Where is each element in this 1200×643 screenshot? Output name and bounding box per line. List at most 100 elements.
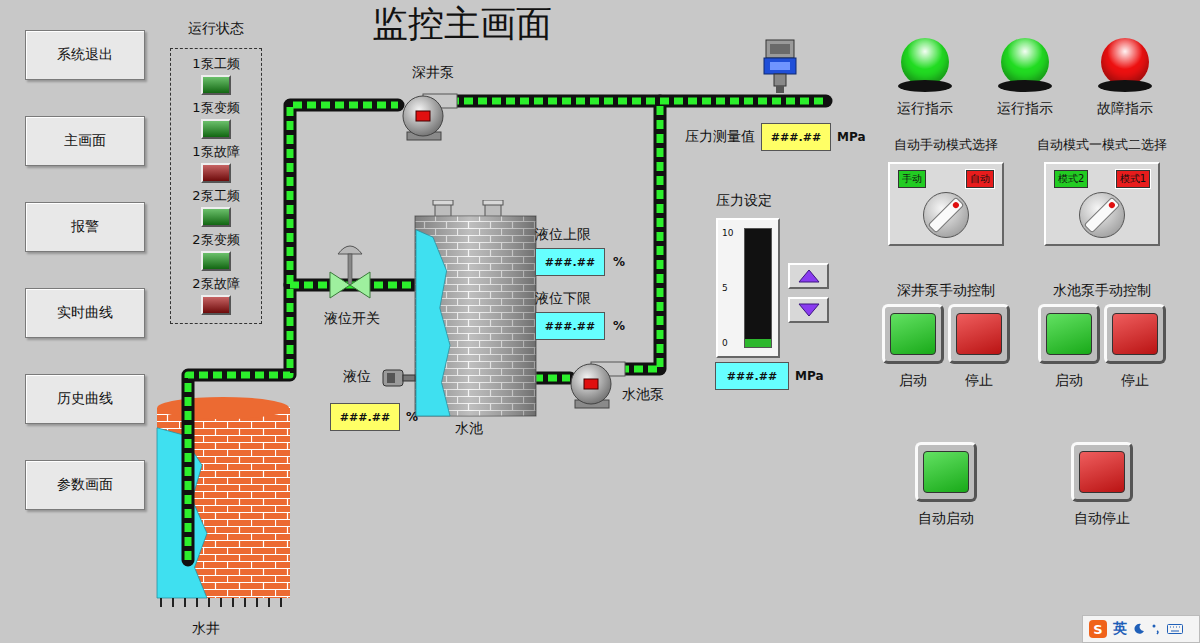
- push-frame: [1071, 442, 1133, 502]
- knob-pointer: [928, 197, 965, 234]
- limit-value[interactable]: ###.##: [535, 312, 605, 340]
- indicator-base: [998, 80, 1052, 92]
- selector-knob[interactable]: [1079, 192, 1125, 238]
- nav-button[interactable]: 系统退出: [25, 30, 145, 80]
- nav-button[interactable]: 实时曲线: [25, 288, 145, 338]
- push-frame: [882, 304, 944, 364]
- indicator-label: 运行指示: [897, 100, 953, 118]
- status-item: 1泵故障: [192, 143, 239, 183]
- ime-logo[interactable]: S: [1089, 620, 1107, 638]
- limit-row: ###.##%: [535, 248, 625, 276]
- tank-icon: [413, 200, 538, 420]
- deep-pump-label: 深井泵: [412, 64, 454, 82]
- push-label: 启动: [899, 372, 927, 390]
- push-cap: [923, 451, 969, 493]
- status-item: 2泵工频: [192, 187, 239, 227]
- control-panel: 运行指示运行指示故障指示自动手动模式选择手动自动自动模式一模式二选择模式2模式1…: [870, 0, 1200, 643]
- slider-ticks: 1050: [722, 228, 736, 348]
- nav-button[interactable]: 历史曲线: [25, 374, 145, 424]
- selector-option[interactable]: 模式2: [1054, 170, 1088, 188]
- status-lamp: [203, 121, 229, 137]
- status-item: 2泵变频: [192, 231, 239, 271]
- status-label: 2泵故障: [192, 275, 239, 293]
- push-frame: [948, 304, 1010, 364]
- push-button[interactable]: 停止: [948, 304, 1010, 390]
- deep-pump-icon[interactable]: [395, 88, 460, 143]
- status-indicator: [201, 295, 231, 315]
- level-limit: 液位下限###.##%: [535, 290, 625, 340]
- nav-menu: 系统退出主画面报警实时曲线历史曲线参数画面: [0, 0, 150, 643]
- pool-pump-label: 水池泵: [622, 386, 664, 404]
- nav-button[interactable]: 参数画面: [25, 460, 145, 510]
- slider-tick: 5: [722, 283, 736, 293]
- arrow-down-icon: [798, 303, 820, 317]
- manual-title: 深井泵手动控制: [897, 282, 995, 300]
- process-canvas: 监控主画面运行状态1泵工频1泵变频1泵故障2泵工频2泵变频2泵故障水井水池深井泵…: [150, 0, 870, 643]
- push-button[interactable]: 停止: [1104, 304, 1166, 390]
- limit-value[interactable]: ###.##: [535, 248, 605, 276]
- selector-box[interactable]: 手动 自动: [888, 162, 1004, 246]
- manual-buttons: 启动 停止: [882, 304, 1010, 390]
- indicator-base: [898, 80, 952, 92]
- status-panel: 运行状态1泵工频1泵变频1泵故障2泵工频2泵变频2泵故障: [168, 20, 264, 324]
- nav-button[interactable]: 主画面: [25, 116, 145, 166]
- push-button[interactable]: 启动: [882, 304, 944, 390]
- pool-pump-icon[interactable]: [563, 356, 628, 411]
- decrease-button[interactable]: [788, 297, 829, 323]
- selector-option[interactable]: 手动: [898, 170, 926, 188]
- status-lamp: [203, 297, 229, 313]
- pressure-sensor-icon: [760, 38, 800, 94]
- knob-dot: [1108, 201, 1116, 209]
- status-item: 1泵工频: [192, 55, 239, 95]
- nav-button[interactable]: 报警: [25, 202, 145, 252]
- slider-tick: 0: [722, 338, 736, 348]
- status-item: 2泵故障: [192, 275, 239, 315]
- status-label: 1泵工频: [192, 55, 239, 73]
- status-label: 2泵变频: [192, 231, 239, 249]
- selector-title: 自动手动模式选择: [894, 136, 998, 154]
- manual-group: 水池泵手动控制启动停止: [1038, 282, 1166, 390]
- punctuation-icon[interactable]: [1151, 623, 1161, 635]
- limit-label: 液位下限: [535, 290, 625, 308]
- level-limits: 液位上限###.##%液位下限###.##%: [535, 226, 625, 340]
- tank-label: 水池: [455, 420, 483, 438]
- status-indicator: [201, 119, 231, 139]
- level-sensor-icon: [382, 367, 416, 389]
- keyboard-icon[interactable]: [1167, 623, 1183, 635]
- status-lamp: [203, 209, 229, 225]
- selector-option[interactable]: 模式1: [1116, 170, 1150, 188]
- selector-box[interactable]: 模式2 模式1: [1044, 162, 1160, 246]
- push-label: 启动: [1055, 372, 1083, 390]
- selector-option[interactable]: 自动: [966, 170, 994, 188]
- moon-icon[interactable]: [1133, 623, 1145, 635]
- push-cap: [1079, 451, 1125, 493]
- push-frame: [1038, 304, 1100, 364]
- pressure-reading: 压力测量值###.##MPa: [685, 123, 866, 151]
- increase-button[interactable]: [788, 263, 829, 289]
- valve-icon[interactable]: [328, 240, 372, 302]
- auto-button[interactable]: 自动停止: [1071, 442, 1133, 528]
- status-indicator: [201, 251, 231, 271]
- limit-label: 液位上限: [535, 226, 625, 244]
- hmi-screen: 系统退出主画面报警实时曲线历史曲线参数画面监控主画面运行状态1泵工频1泵变频1泵…: [0, 0, 1200, 643]
- auto-controls: 自动启动 自动停止: [870, 442, 1200, 528]
- selector-knob[interactable]: [923, 192, 969, 238]
- slider-track[interactable]: [744, 228, 772, 348]
- status-lamp: [203, 77, 229, 93]
- push-button[interactable]: 启动: [1038, 304, 1100, 390]
- push-cap: [956, 313, 1002, 355]
- selector-options: 手动 自动: [898, 170, 994, 188]
- ime-language[interactable]: 英: [1113, 620, 1127, 638]
- knob-dot: [952, 201, 960, 209]
- setpoint-reading: ###.##MPa: [715, 362, 824, 390]
- indicator-light: [1001, 38, 1049, 86]
- pressure-unit: MPa: [837, 130, 866, 144]
- well-icon: [155, 393, 295, 618]
- ime-toolbar[interactable]: S英: [1082, 615, 1200, 643]
- indicator: 故障指示: [1075, 38, 1175, 118]
- setpoint-slider[interactable]: 1050: [716, 218, 780, 358]
- setpoint-value[interactable]: ###.##: [715, 362, 789, 390]
- mode-selector: 自动手动模式选择手动 自动: [888, 136, 1004, 246]
- auto-button[interactable]: 自动启动: [915, 442, 977, 528]
- indicator-light: [1101, 38, 1149, 86]
